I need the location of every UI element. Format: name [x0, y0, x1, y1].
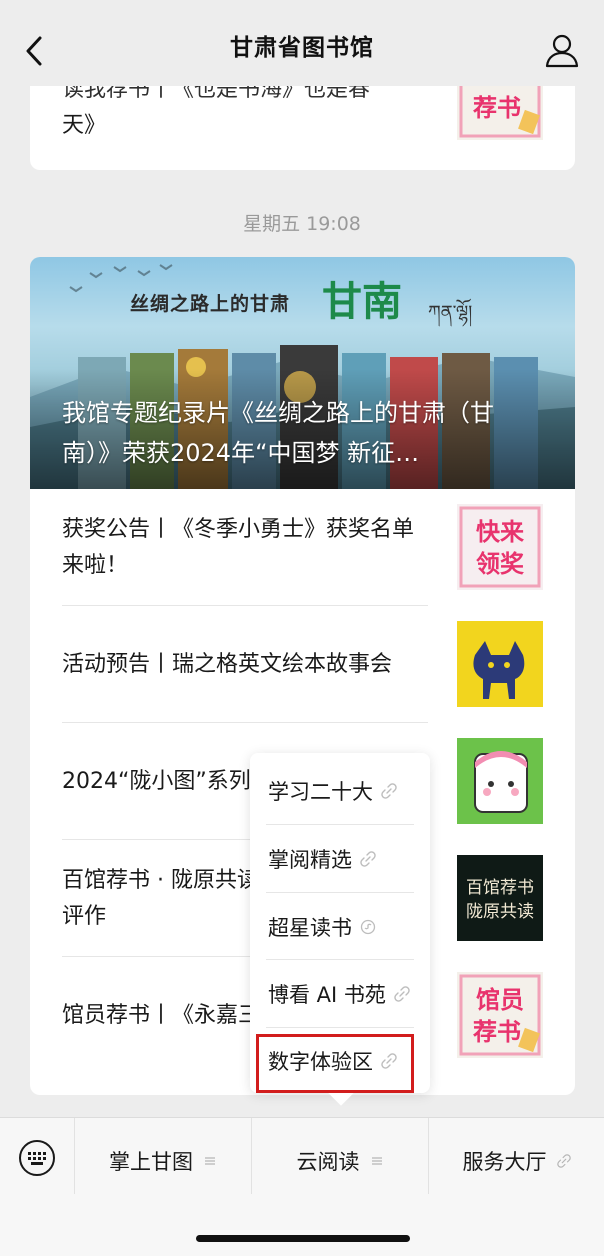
tab-zhangshang-gantu[interactable]: 掌上甘图 [75, 1118, 251, 1204]
chevron-left-icon[interactable] [20, 34, 50, 68]
svg-text:快来: 快来 [476, 518, 525, 546]
link-icon [360, 850, 376, 867]
article-thumbnail: 馆员 荐书 [457, 86, 543, 140]
mini-program-icon [360, 919, 376, 934]
article-title: 活动预告丨瑞之格英文绘本故事会 [62, 651, 393, 677]
cover-title: 我馆专题纪录片《丝绸之路上的甘肃（甘南）》荣获2024年“中国梦 新征… [62, 399, 494, 467]
menu-item-label: 博看 AI 书苑 [268, 982, 386, 1007]
list-item[interactable]: 活动预告丨瑞之格英文绘本故事会 [62, 606, 543, 723]
menu-icon [371, 1157, 382, 1165]
link-icon [381, 782, 397, 799]
menu-item-label: 掌阅精选 [268, 847, 352, 872]
svg-text:荐书: 荐书 [473, 1018, 521, 1046]
menu-item-bookan[interactable]: 博看 AI 书苑 [268, 960, 414, 1027]
menu-item-study[interactable]: 学习二十大 [268, 757, 414, 824]
tab-cloud-reading[interactable]: 云阅读 [252, 1118, 428, 1204]
tab-label: 云阅读 [296, 1150, 360, 1174]
menu-item-label: 超星读书 [268, 915, 352, 940]
previous-article-title: 读我荐书丨《也是书海》也是春 天》 [62, 86, 422, 144]
home-indicator[interactable] [196, 1235, 410, 1242]
menu-item-zhangyue[interactable]: 掌阅精选 [268, 825, 414, 892]
bird-flock-icon [69, 264, 173, 293]
previous-article-line2: 天》 [62, 113, 107, 138]
menu-icon [205, 1157, 215, 1165]
svg-text:馆员: 馆员 [476, 86, 524, 88]
article-thumbnail [457, 621, 543, 707]
list-item[interactable]: 获奖公告丨《冬季小勇士》获奖名单来啦！ 快来 领奖 [62, 489, 543, 606]
link-icon [556, 1154, 571, 1168]
message-timestamp: 星期五 19:08 [243, 213, 361, 235]
keyboard-icon[interactable] [18, 1139, 56, 1177]
svg-text:百馆荐书: 百馆荐书 [466, 878, 534, 898]
link-icon [394, 985, 410, 1002]
article-thumbnail: 馆员 荐书 [457, 972, 543, 1058]
page-title: 甘肃省图书馆 [230, 35, 374, 61]
article-title: 获奖公告丨《冬季小勇士》获奖名单来啦！ [62, 516, 415, 578]
previous-article-card[interactable]: 读我荐书丨《也是书海》也是春 天》 馆员 荐书 [30, 86, 575, 170]
svg-text:馆员: 馆员 [476, 986, 524, 1014]
article-thumbnail: 百馆荐书 陇原共读 [457, 855, 543, 941]
article-thumbnail: 快来 领奖 [457, 504, 543, 590]
tab-label: 服务大厅 [462, 1150, 547, 1174]
svg-text:陇原共读: 陇原共读 [466, 902, 534, 922]
highlight-box [256, 1034, 414, 1093]
tab-service-hall[interactable]: 服务大厅 [429, 1118, 604, 1204]
menu-item-label: 学习二十大 [268, 779, 373, 804]
person-icon[interactable] [544, 32, 580, 68]
cover-article[interactable]: 丝绸之路上的甘肃 甘南 ཀན་ལྷོ། 我馆专题纪录片《丝绸之路上的甘肃（甘南）… [30, 257, 575, 489]
cover-banner-calligraphy: 甘南 [322, 279, 402, 325]
cover-banner-text: 丝绸之路上的甘肃 [130, 293, 291, 315]
svg-text:荐书: 荐书 [473, 94, 521, 122]
tab-label: 掌上甘图 [109, 1150, 193, 1174]
navigation-bar: 甘肃省图书馆 [0, 0, 604, 86]
article-thumbnail [457, 738, 543, 824]
svg-text:领奖: 领奖 [476, 550, 525, 578]
cover-banner-tibetan: ཀན་ལྷོ། [428, 302, 473, 323]
previous-article-line1: 读我荐书丨《也是书海》也是春 [62, 86, 371, 102]
menu-item-chaoxing[interactable]: 超星读书 [268, 893, 414, 960]
